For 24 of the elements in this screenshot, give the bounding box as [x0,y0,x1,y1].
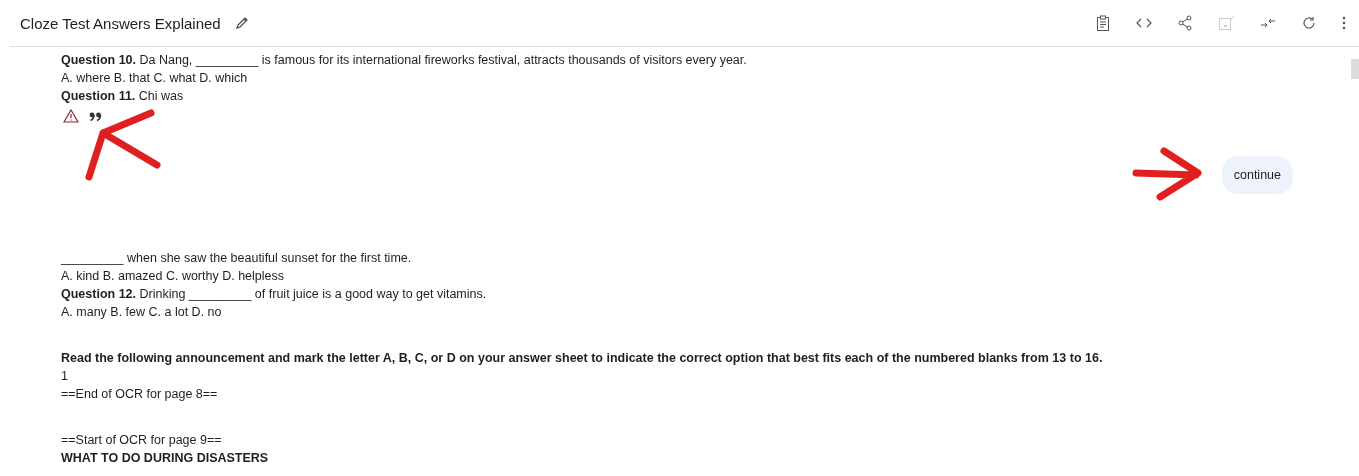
response-text: Question 12. Drinking _________ of fruit juice is a good way to get vitamins. [61,286,488,303]
response-text: _________ when she saw the beautiful sunset for the first time. [61,250,413,267]
response-text: Question 11. Chi was [61,88,185,105]
quote-icon[interactable] [89,111,102,121]
response-text: A. where B. that C. what D. which [61,70,249,87]
warning-icon[interactable] [63,109,79,123]
more-icon[interactable] [1342,16,1346,30]
chat-title: Cloze Test Answers Explained [20,14,221,32]
clipboard-icon[interactable] [1096,15,1110,31]
pencil-icon[interactable] [234,16,249,30]
response-text: ==Start of OCR for page 9== [61,432,223,449]
share-icon[interactable] [1178,15,1192,31]
response-text: 1 [61,368,69,385]
response-text: Question 10. Da Nang, _________ is famous for its international fireworks festival, attracts thousands of visitors every year. [61,52,748,69]
response-text: A. kind B. amazed C. worthy D. helpless [61,268,285,285]
response-text: Read the following announcement and mark the letter A, B, C, or D on your answer sheet to indicate the correct option that best fits each of the numbered blanks from 13 to 16. [61,350,1104,367]
response-text: ==End of OCR for page 8== [61,386,219,403]
scrollbar[interactable] [1351,59,1359,79]
user-message: continue [1221,156,1293,194]
response-text: A. many B. few C. a lot D. no [61,304,223,321]
code-icon[interactable] [1136,18,1152,28]
collapse-icon[interactable] [1260,17,1276,29]
refresh-icon[interactable] [1302,16,1316,30]
response-text: WHAT TO DO DURING DISASTERS [61,450,270,467]
